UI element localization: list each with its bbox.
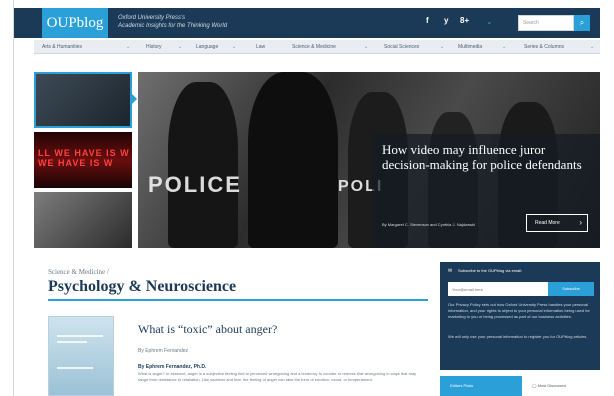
subscribe-panel: ✉ Subscribe to the OUPblog via email: Su… [440,262,600,370]
article-excerpt: What is anger? In essence, anger is a su… [138,371,417,382]
nav-item-language[interactable]: Language [196,42,218,52]
comment-icon: ◯ [532,383,537,388]
tab-editors-picks-label: Editors Picks [450,383,474,388]
email-field[interactable] [448,282,548,296]
nav-item-multimedia[interactable]: Multimedia [458,42,482,52]
book-cover-line [57,367,93,369]
tab-most-discussed[interactable]: ◯ Most Discussed [526,376,600,396]
hero-caption-box: How video may influence juror decision-m… [372,134,600,248]
chevron-down-icon[interactable]: ⌄ [178,42,182,52]
hero-photo-police-text: POLICE [148,172,242,197]
chevron-down-icon[interactable]: ⌄ [126,42,130,52]
hero-thumbnails: LL WE HAVE IS W WE HAVE IS W [34,72,132,248]
hero-photo-figure [168,82,238,248]
chevron-down-icon[interactable]: ⌄ [486,17,493,26]
tagline-line-1: Oxford University Press's [118,15,186,21]
thumbnail-news-ticker[interactable]: LL WE HAVE IS W WE HAVE IS W [34,132,132,188]
article-title[interactable]: What is “toxic” about anger? [138,322,277,337]
book-cover-image[interactable] [48,316,114,396]
site-tagline: Oxford University Press's Academic Insig… [118,14,227,30]
tagline-line-2: Academic Insights for the Thinking World [118,23,228,29]
nav-item-social-sciences[interactable]: Social Sciences [384,42,419,52]
hero-photo-figure [248,72,338,248]
subscribe-heading-text: Subscribe to the OUPblog via email: [458,268,523,273]
thumbnail-ticker-text: LL WE HAVE IS W WE HAVE IS W [38,148,130,168]
article-excerpt-author: By Ephrem Fernandez, Ph.D. [138,364,207,370]
chevron-down-icon[interactable]: ⌄ [502,42,506,52]
facebook-icon[interactable]: f [426,16,429,25]
active-thumbnail-arrow-icon [130,92,137,106]
book-cover-line [57,341,87,343]
search-icon[interactable]: ⌕ [574,15,590,31]
breadcrumb[interactable]: Science & Medicine / [48,268,109,276]
thumbnail-police-riot[interactable] [34,72,132,128]
subscribe-button[interactable]: Subscribe [548,282,594,296]
nav-item-science-medicine[interactable]: Science & Medicine [292,42,336,52]
nav-item-arts-humanities[interactable]: Arts & Humanities [42,42,82,52]
subscribe-heading: ✉ Subscribe to the OUPblog via email: [448,268,523,274]
nav-item-law[interactable]: Law [256,42,265,52]
chevron-right-icon: › [579,218,582,227]
site-logo[interactable]: OUPblog [42,8,108,38]
thumbnail-police-officers[interactable] [34,192,132,248]
page-title: Psychology & Neuroscience [48,278,237,295]
chevron-down-icon[interactable]: ⌄ [590,42,594,52]
read-more-label: Read More [535,220,560,226]
chevron-down-icon[interactable]: ⌄ [232,42,236,52]
twitter-icon[interactable]: y [444,16,448,25]
page-gutter [0,0,14,396]
hero-title[interactable]: How video may influence juror decision-m… [382,142,582,172]
hero-byline: By Margaret C. Stevenson and Cynthia J. … [382,222,475,227]
email-icon: ✉ [448,268,453,274]
chevron-down-icon[interactable]: ⌄ [440,42,444,52]
book-cover-line [57,335,103,337]
tab-editors-picks[interactable]: Editors Picks [440,376,522,396]
read-more-button[interactable]: Read More › [526,214,588,232]
googleplus-icon[interactable]: 8+ [460,16,469,25]
nav-item-series-columns[interactable]: Series & Columns [524,42,564,52]
nav-item-history[interactable]: History [146,42,162,52]
article-author: By Ephrem Fernandez [138,348,189,354]
privacy-text: Our Privacy Policy sets out how Oxford U… [448,302,590,319]
page: OUPblog Oxford University Press's Academ… [14,0,600,396]
main-nav: Arts & Humanities ⌄ History ⌄ Language ⌄… [34,40,600,54]
site-header: OUPblog Oxford University Press's Academ… [14,8,600,38]
tab-most-discussed-label: Most Discussed [537,383,566,388]
search-input[interactable]: Search [518,15,574,31]
usage-text: We will only use your personal informati… [448,334,588,339]
chevron-down-icon[interactable]: ⌄ [364,42,368,52]
hero-slide[interactable]: POLICE POLI How video may influence juro… [138,72,600,248]
section-divider [48,299,428,301]
